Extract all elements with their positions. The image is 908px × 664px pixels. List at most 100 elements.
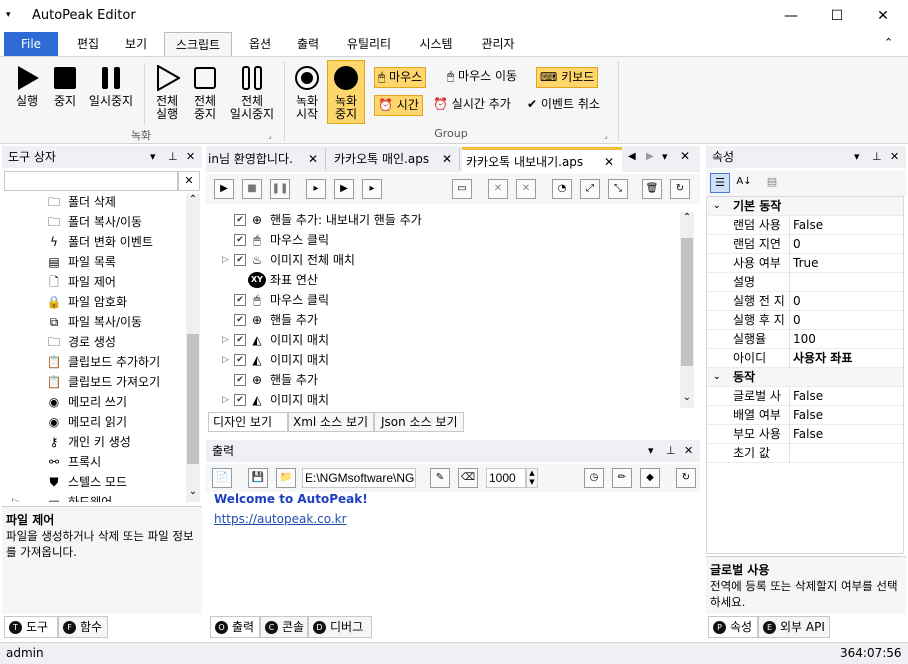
script-line[interactable]: ▷ ✔ ◭ 이미지 매치	[206, 330, 676, 350]
line-limit-input[interactable]	[486, 468, 526, 488]
tab-scroll-right-icon[interactable]: ▶	[646, 151, 654, 162]
doc-tab-kakao-main[interactable]: 카카오톡 매인.aps ✕	[330, 148, 460, 170]
run-button[interactable]: 실행	[8, 65, 46, 108]
log-path-input[interactable]	[302, 468, 416, 488]
time-toggle[interactable]: ⏰ 시간	[374, 95, 423, 116]
run-all-button[interactable]: 전체 실행	[148, 65, 186, 121]
close-icon[interactable]: ✕	[308, 148, 318, 170]
scroll-thumb[interactable]	[187, 334, 199, 464]
fill-icon[interactable]: ◆	[640, 468, 660, 488]
column-divider[interactable]	[789, 273, 790, 292]
expand-icon[interactable]: ▷	[222, 350, 229, 370]
stop-icon[interactable]: ■	[242, 179, 262, 199]
cleaner-icon[interactable]: ✎	[430, 468, 450, 488]
property-row[interactable]: 글로벌 사 False	[707, 387, 903, 406]
expand-icon[interactable]: ▷	[222, 330, 229, 350]
dropdown-icon[interactable]: ▾	[648, 440, 654, 462]
expand-icon[interactable]: ▷	[222, 250, 229, 270]
toolbox-search-input[interactable]	[4, 171, 178, 191]
refresh-icon[interactable]: ↻	[676, 468, 696, 488]
record-start-button[interactable]: 녹화 시작	[290, 65, 324, 121]
line-checkbox[interactable]: ✔	[234, 374, 246, 386]
trash-icon[interactable]: 🗑	[642, 179, 662, 199]
dropdown-icon[interactable]: ▾	[150, 146, 156, 168]
delete-all-icon[interactable]: ✕	[516, 179, 536, 199]
line-checkbox[interactable]: ✔	[234, 314, 246, 326]
tab-tools[interactable]: T 도구	[4, 616, 58, 638]
toolbox-item[interactable]: ϟ 폴더 변화 이벤트	[2, 232, 184, 252]
tab-debug[interactable]: D 디버그	[308, 616, 372, 638]
line-limit-stepper[interactable]: ▲ ▼	[526, 468, 538, 488]
property-value[interactable]: False	[793, 216, 823, 235]
keyboard-toggle[interactable]: ⌨ 키보드	[536, 67, 599, 88]
property-row[interactable]: 부모 사용 False	[707, 425, 903, 444]
column-divider[interactable]	[789, 292, 790, 311]
property-value[interactable]: 0	[793, 292, 801, 311]
column-divider[interactable]	[789, 444, 790, 463]
property-category[interactable]: ⌄ 동작	[707, 368, 903, 387]
close-icon[interactable]: ✕	[604, 150, 614, 174]
property-row[interactable]: 랜덤 사용 False	[707, 216, 903, 235]
column-divider[interactable]	[789, 216, 790, 235]
toolbox-item[interactable]: ▷ ▭ 하드웨어	[2, 492, 184, 502]
property-value[interactable]: 100	[793, 330, 816, 349]
event-cancel-button[interactable]: ✔ 이벤트 취소	[524, 95, 603, 116]
column-divider[interactable]	[789, 406, 790, 425]
property-value[interactable]: True	[793, 254, 819, 273]
pause-all-button[interactable]: 전체 일시중지	[224, 65, 280, 121]
property-row[interactable]: 초기 값	[707, 444, 903, 463]
delete-icon[interactable]: ✕	[488, 179, 508, 199]
expand-icon[interactable]: ⤢	[580, 179, 600, 199]
brush-icon[interactable]: ✏	[612, 468, 632, 488]
toolbox-item[interactable]: 🗀 폴더 복사/이동	[2, 212, 184, 232]
script-line[interactable]: XY 좌표 연산	[206, 270, 676, 290]
script-scrollbar[interactable]: ⌃ ⌄	[680, 212, 694, 408]
stop-button[interactable]: 중지	[48, 65, 82, 108]
dialog-launcher-icon[interactable]: ⌟	[604, 131, 608, 140]
new-log-icon[interactable]: 📄	[212, 468, 232, 488]
close-button[interactable]: ✕	[860, 0, 906, 32]
property-row[interactable]: 실행 후 지 0	[707, 311, 903, 330]
script-line[interactable]: ▷ ✔ ◭ 이미지 매치	[206, 350, 676, 370]
script-line[interactable]: ✔ ⊕ 핸들 추가	[206, 310, 676, 330]
toolbox-item[interactable]: 🗀 경로 생성	[2, 332, 184, 352]
property-value[interactable]: 0	[793, 311, 801, 330]
script-line[interactable]: ✔ 🖱 마우스 클릭	[206, 230, 676, 250]
run-icon[interactable]: ▶	[214, 179, 234, 199]
pause-icon[interactable]: ❚❚	[270, 179, 290, 199]
collapse-icon[interactable]: ⌄	[713, 197, 721, 216]
toolbox-item[interactable]: ⚯ 프록시	[2, 452, 184, 472]
script-line[interactable]: ✔ 🖱 마우스 클릭	[206, 290, 676, 310]
folder-open-icon[interactable]: 📁	[276, 468, 296, 488]
property-value[interactable]: 사용자 좌표	[793, 349, 852, 368]
tab-console[interactable]: C 콘솔	[260, 616, 308, 638]
tab-output-log[interactable]: O 출력	[210, 616, 260, 638]
script-line[interactable]: ▷ ✔ ◭ 이미지 매치	[206, 390, 676, 410]
column-divider[interactable]	[789, 387, 790, 406]
save-icon[interactable]: 💾	[248, 468, 268, 488]
column-divider[interactable]	[789, 311, 790, 330]
collapse-ribbon-icon[interactable]: ⌃	[884, 36, 893, 49]
script-line[interactable]: ▷ ✔ ♨ 이미지 전체 매치	[206, 250, 676, 270]
property-category[interactable]: ⌄ 기본 동작	[707, 197, 903, 216]
close-icon[interactable]: ✕	[186, 146, 195, 168]
line-checkbox[interactable]: ✔	[234, 234, 246, 246]
toolbox-item[interactable]: 📋 클립보드 가져오기	[2, 372, 184, 392]
refresh-icon[interactable]: ↻	[670, 179, 690, 199]
toolbox-item[interactable]: ⧉ 파일 복사/이동	[2, 312, 184, 332]
record-stop-button[interactable]: 녹화 중지	[327, 60, 365, 124]
toolbox-item[interactable]: ▤ 파일 목록	[2, 252, 184, 272]
tab-output[interactable]: 출력	[286, 32, 330, 56]
tab-edit[interactable]: 편집	[66, 32, 110, 56]
property-row[interactable]: 실행 전 지 0	[707, 292, 903, 311]
collapse-icon[interactable]: ⌄	[713, 368, 721, 387]
realtime-add-toggle[interactable]: ⏰ 실시간 추가	[430, 95, 514, 116]
line-checkbox[interactable]: ✔	[234, 214, 246, 226]
close-icon[interactable]: ✕	[442, 148, 452, 170]
pin-icon[interactable]: ⊥	[168, 146, 178, 168]
tab-file[interactable]: File	[4, 32, 58, 56]
close-icon[interactable]: ✕	[684, 440, 693, 462]
doc-tab-welcome[interactable]: in님 환영합니다. ✕	[206, 148, 326, 170]
toolbox-item[interactable]: 🗀 폴더 삭제	[2, 194, 184, 212]
tab-list-icon[interactable]: ▾	[662, 150, 668, 163]
